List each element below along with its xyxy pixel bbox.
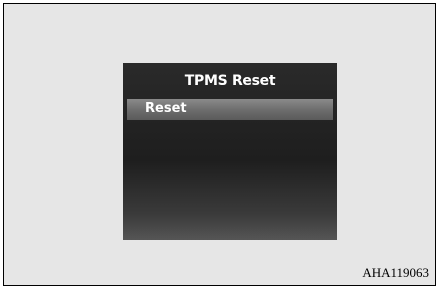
menu-item-label: Reset bbox=[145, 101, 187, 116]
figure-frame: TPMS Reset Reset AHA119063 bbox=[3, 3, 436, 286]
display-screen: TPMS Reset Reset bbox=[123, 63, 337, 240]
menu-item-reset[interactable]: Reset bbox=[127, 99, 333, 120]
screen-title: TPMS Reset bbox=[184, 73, 276, 89]
figure-id: AHA119063 bbox=[362, 265, 429, 280]
